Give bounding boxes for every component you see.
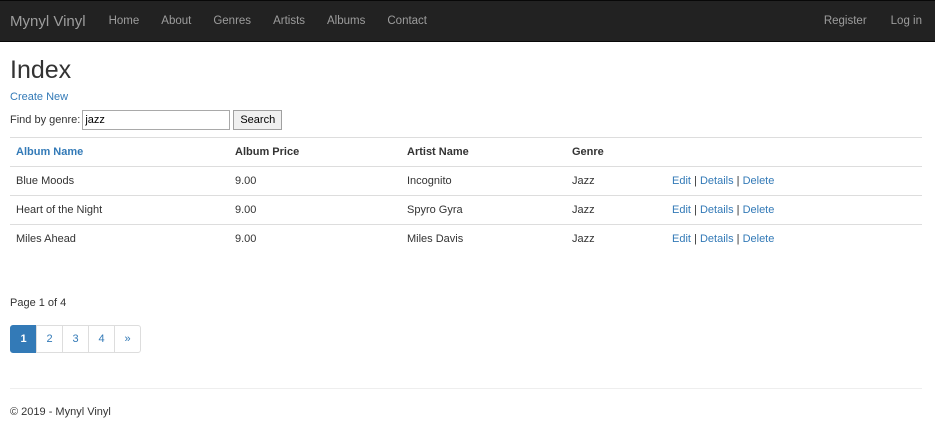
table-row: Blue Moods 9.00 Incognito Jazz Edit | De…: [10, 166, 922, 196]
nav-link-home[interactable]: Home: [98, 15, 151, 27]
footer-divider: [10, 387, 922, 389]
page-info: Page 1 of 4: [10, 296, 67, 309]
artist-name-header: Artist Name: [401, 137, 566, 167]
nav-links: Home About Genres Artists Albums Contact: [98, 15, 438, 27]
album-name-cell: Blue Moods: [10, 166, 229, 196]
album-name-cell: Heart of the Night: [10, 195, 229, 225]
table-row: Miles Ahead 9.00 Miles Davis Jazz Edit |…: [10, 225, 922, 254]
edit-link[interactable]: Edit: [672, 204, 691, 216]
brand-link[interactable]: Mynyl Vinyl: [0, 13, 98, 30]
main-content: Index Create New Find by genre: Search A…: [0, 57, 935, 418]
album-name-sort-link[interactable]: Album Name: [16, 146, 83, 158]
login-link[interactable]: Log in: [880, 15, 935, 27]
row-actions: Edit | Details | Delete: [666, 195, 922, 225]
genre-cell: Jazz: [566, 195, 666, 225]
create-new-link[interactable]: Create New: [10, 91, 68, 103]
delete-link[interactable]: Delete: [743, 204, 775, 216]
artist-name-cell: Spyro Gyra: [401, 195, 566, 225]
nav-link-contact[interactable]: Contact: [376, 15, 438, 27]
album-price-cell: 9.00: [229, 195, 401, 225]
page-title: Index: [10, 56, 72, 84]
footer-copyright: © 2019 - Mynyl Vinyl: [10, 405, 111, 418]
table-header-row: Album Name Album Price Artist Name Genre: [10, 137, 922, 167]
search-form: Find by genre: Search: [10, 109, 922, 131]
nav-link-artists[interactable]: Artists: [262, 15, 316, 27]
nav-link-genres[interactable]: Genres: [202, 15, 262, 27]
search-button[interactable]: Search: [233, 110, 283, 130]
page-4-button[interactable]: 4: [88, 324, 115, 353]
action-separator: |: [694, 175, 697, 187]
nav-link-about[interactable]: About: [150, 15, 202, 27]
action-separator: |: [736, 233, 740, 246]
action-separator: |: [694, 204, 697, 216]
page-3-button[interactable]: 3: [62, 324, 89, 353]
nav-account: Register Log in: [813, 1, 935, 41]
next-page-button[interactable]: »: [114, 324, 141, 353]
register-link[interactable]: Register: [813, 15, 880, 27]
action-separator: |: [694, 233, 697, 246]
delete-link[interactable]: Delete: [743, 233, 775, 245]
genre-cell: Jazz: [572, 233, 595, 246]
albums-table: Album Name Album Price Artist Name Genre…: [10, 137, 922, 254]
details-link[interactable]: Details: [700, 175, 734, 187]
pagination: 1 2 3 4 »: [10, 324, 922, 353]
page-1-button[interactable]: 1: [10, 324, 37, 353]
search-label: Find by genre:: [10, 114, 81, 126]
details-link[interactable]: Details: [700, 204, 734, 216]
details-link[interactable]: Details: [700, 233, 734, 245]
genre-header: Genre: [566, 137, 666, 167]
genre-cell: Jazz: [566, 166, 666, 196]
genre-search-input[interactable]: [82, 110, 231, 130]
artist-name-cell: Incognito: [401, 166, 566, 196]
navbar: Mynyl Vinyl Home About Genres Artists Al…: [0, 0, 935, 42]
album-price-cell: 9.00: [229, 166, 401, 196]
nav-link-albums[interactable]: Albums: [316, 15, 376, 27]
artist-name-cell: Miles Davis: [407, 233, 464, 246]
album-name-cell: Miles Ahead: [16, 233, 76, 246]
delete-link[interactable]: Delete: [743, 175, 775, 187]
actions-header: [666, 137, 922, 167]
album-price-cell: 9.00: [235, 233, 257, 246]
row-actions: Edit | Details | Delete: [666, 166, 922, 196]
album-price-header: Album Price: [229, 137, 401, 167]
table-row: Heart of the Night 9.00 Spyro Gyra Jazz …: [10, 195, 922, 225]
page-2-button[interactable]: 2: [36, 324, 63, 353]
album-name-header[interactable]: Album Name: [10, 137, 229, 167]
action-separator: |: [736, 204, 740, 216]
action-separator: |: [736, 175, 740, 187]
row-actions: Edit | Details | Delete: [666, 225, 922, 254]
edit-link[interactable]: Edit: [672, 175, 691, 187]
edit-link[interactable]: Edit: [672, 233, 691, 245]
